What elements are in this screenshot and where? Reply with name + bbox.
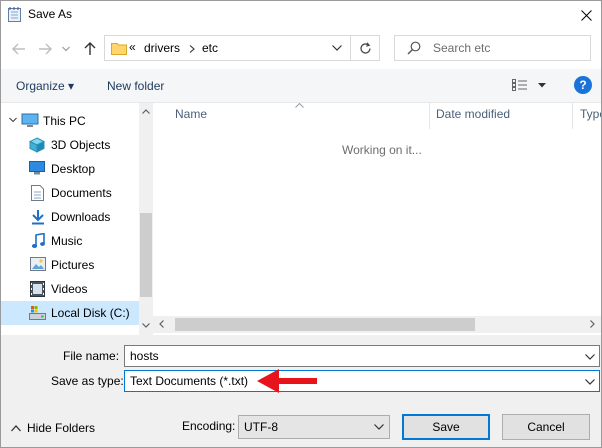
nav-item-desktop[interactable]: Desktop bbox=[1, 157, 139, 181]
nav-item-this-pc[interactable]: This PC bbox=[1, 109, 139, 133]
up-arrow-icon bbox=[84, 42, 96, 55]
new-folder-button[interactable]: New folder bbox=[107, 79, 164, 93]
chevron-up-icon bbox=[11, 424, 21, 431]
3d-objects-icon bbox=[29, 137, 45, 153]
breadcrumb-overflow[interactable]: « bbox=[129, 40, 136, 54]
nav-item-label: Documents bbox=[51, 186, 112, 200]
window-title: Save As bbox=[28, 7, 73, 21]
file-name-label: File name: bbox=[63, 349, 120, 363]
nav-item-label: 3D Objects bbox=[51, 138, 111, 152]
forward-button[interactable] bbox=[35, 39, 55, 59]
scrollbar-thumb[interactable] bbox=[140, 213, 152, 297]
nav-item-label: Videos bbox=[51, 282, 88, 296]
search-placeholder: Search etc bbox=[433, 41, 491, 55]
column-divider[interactable] bbox=[429, 103, 430, 129]
view-options-icon[interactable] bbox=[512, 79, 528, 91]
documents-icon bbox=[31, 185, 44, 201]
nav-item-label: Pictures bbox=[51, 258, 95, 272]
pictures-icon bbox=[30, 257, 46, 271]
organize-button[interactable]: Organize ▾ bbox=[16, 79, 74, 93]
save-as-type-value: Text Documents (*.txt) bbox=[130, 374, 249, 388]
refresh-button[interactable] bbox=[350, 35, 380, 61]
nav-item-label: Music bbox=[51, 234, 83, 248]
annotation-arrow-icon bbox=[257, 369, 317, 393]
nav-item-videos[interactable]: Videos bbox=[1, 277, 139, 301]
folder-icon bbox=[111, 43, 127, 55]
scroll-right-icon[interactable] bbox=[590, 320, 595, 328]
chevron-down-icon[interactable] bbox=[585, 354, 595, 360]
breadcrumb-drivers[interactable]: drivers bbox=[144, 41, 180, 55]
close-icon bbox=[580, 9, 592, 21]
breadcrumb-etc[interactable]: etc bbox=[202, 41, 218, 55]
back-button[interactable] bbox=[9, 39, 29, 59]
scroll-down-icon[interactable] bbox=[142, 323, 150, 328]
chevron-down-icon[interactable] bbox=[9, 116, 17, 124]
save-button[interactable]: Save bbox=[402, 414, 490, 440]
chevron-down-icon[interactable] bbox=[332, 45, 342, 51]
videos-icon bbox=[30, 281, 45, 297]
navigation-pane: This PC 3D Objects Desktop Documents Dow… bbox=[1, 103, 153, 335]
scroll-up-icon[interactable] bbox=[142, 109, 150, 114]
nav-item-pictures[interactable]: Pictures bbox=[1, 253, 139, 277]
nav-item-3d-objects[interactable]: 3D Objects bbox=[1, 133, 139, 157]
nav-item-documents[interactable]: Documents bbox=[1, 181, 139, 205]
nav-item-music[interactable]: Music bbox=[1, 229, 139, 253]
nav-item-local-disk[interactable]: Local Disk (C:) bbox=[1, 301, 139, 325]
column-divider[interactable] bbox=[572, 103, 573, 129]
back-arrow-icon bbox=[12, 43, 25, 55]
file-name-value: hosts bbox=[130, 349, 159, 363]
forward-arrow-icon bbox=[39, 43, 52, 55]
nav-item-label: Desktop bbox=[51, 162, 96, 176]
file-name-field[interactable]: hosts bbox=[124, 345, 600, 367]
desktop-icon bbox=[29, 161, 45, 175]
encoding-value: UTF-8 bbox=[244, 420, 278, 434]
hide-folders-toggle[interactable]: Hide Folders bbox=[11, 421, 95, 435]
notepad-icon bbox=[8, 7, 21, 22]
nav-item-downloads[interactable]: Downloads bbox=[1, 205, 139, 229]
column-header-name[interactable]: Name bbox=[175, 107, 207, 129]
nav-item-label: Local Disk (C:) bbox=[51, 306, 130, 320]
scroll-left-icon[interactable] bbox=[159, 320, 164, 328]
help-button[interactable]: ? bbox=[574, 76, 592, 94]
chevron-down-icon[interactable] bbox=[585, 379, 595, 385]
save-as-dialog: Save As « drivers etc Search etc Organiz… bbox=[0, 0, 602, 448]
address-bar[interactable]: « drivers etc bbox=[104, 35, 351, 61]
search-box[interactable]: Search etc bbox=[394, 35, 591, 61]
recent-locations-button[interactable] bbox=[59, 39, 73, 59]
scrollbar-thumb[interactable] bbox=[175, 318, 475, 331]
sort-ascending-icon bbox=[295, 103, 304, 108]
title-bar: Save As bbox=[1, 1, 601, 29]
file-list-scrollbar[interactable] bbox=[153, 316, 601, 333]
chevron-down-icon[interactable] bbox=[374, 424, 384, 430]
encoding-label: Encoding: bbox=[182, 419, 236, 433]
encoding-select[interactable]: UTF-8 bbox=[238, 415, 390, 439]
file-list: Name Date modified Type Working on it... bbox=[153, 103, 601, 335]
status-text: Working on it... bbox=[342, 143, 422, 157]
music-icon bbox=[31, 233, 45, 248]
nav-item-label: This PC bbox=[43, 114, 86, 128]
save-as-type-select[interactable]: Text Documents (*.txt) bbox=[124, 370, 600, 392]
up-button[interactable] bbox=[80, 39, 100, 59]
close-button[interactable] bbox=[571, 1, 601, 29]
chevron-right-icon bbox=[189, 45, 195, 53]
column-header-date-modified[interactable]: Date modified bbox=[436, 107, 510, 129]
downloads-icon bbox=[32, 210, 44, 225]
search-icon bbox=[407, 41, 421, 55]
save-as-type-label: Save as type: bbox=[51, 374, 124, 388]
column-header-type[interactable]: Type bbox=[580, 107, 601, 129]
pc-icon bbox=[21, 113, 39, 127]
nav-item-label: Downloads bbox=[51, 210, 111, 224]
toolbar: Organize ▾ New folder ? bbox=[1, 69, 601, 103]
refresh-icon bbox=[359, 41, 371, 54]
hide-folders-label: Hide Folders bbox=[27, 421, 96, 435]
cancel-button[interactable]: Cancel bbox=[502, 414, 590, 440]
chevron-down-icon[interactable] bbox=[538, 83, 546, 88]
chevron-down-icon bbox=[62, 46, 70, 52]
nav-pane-scrollbar[interactable] bbox=[139, 103, 153, 335]
local-disk-icon bbox=[29, 306, 46, 320]
